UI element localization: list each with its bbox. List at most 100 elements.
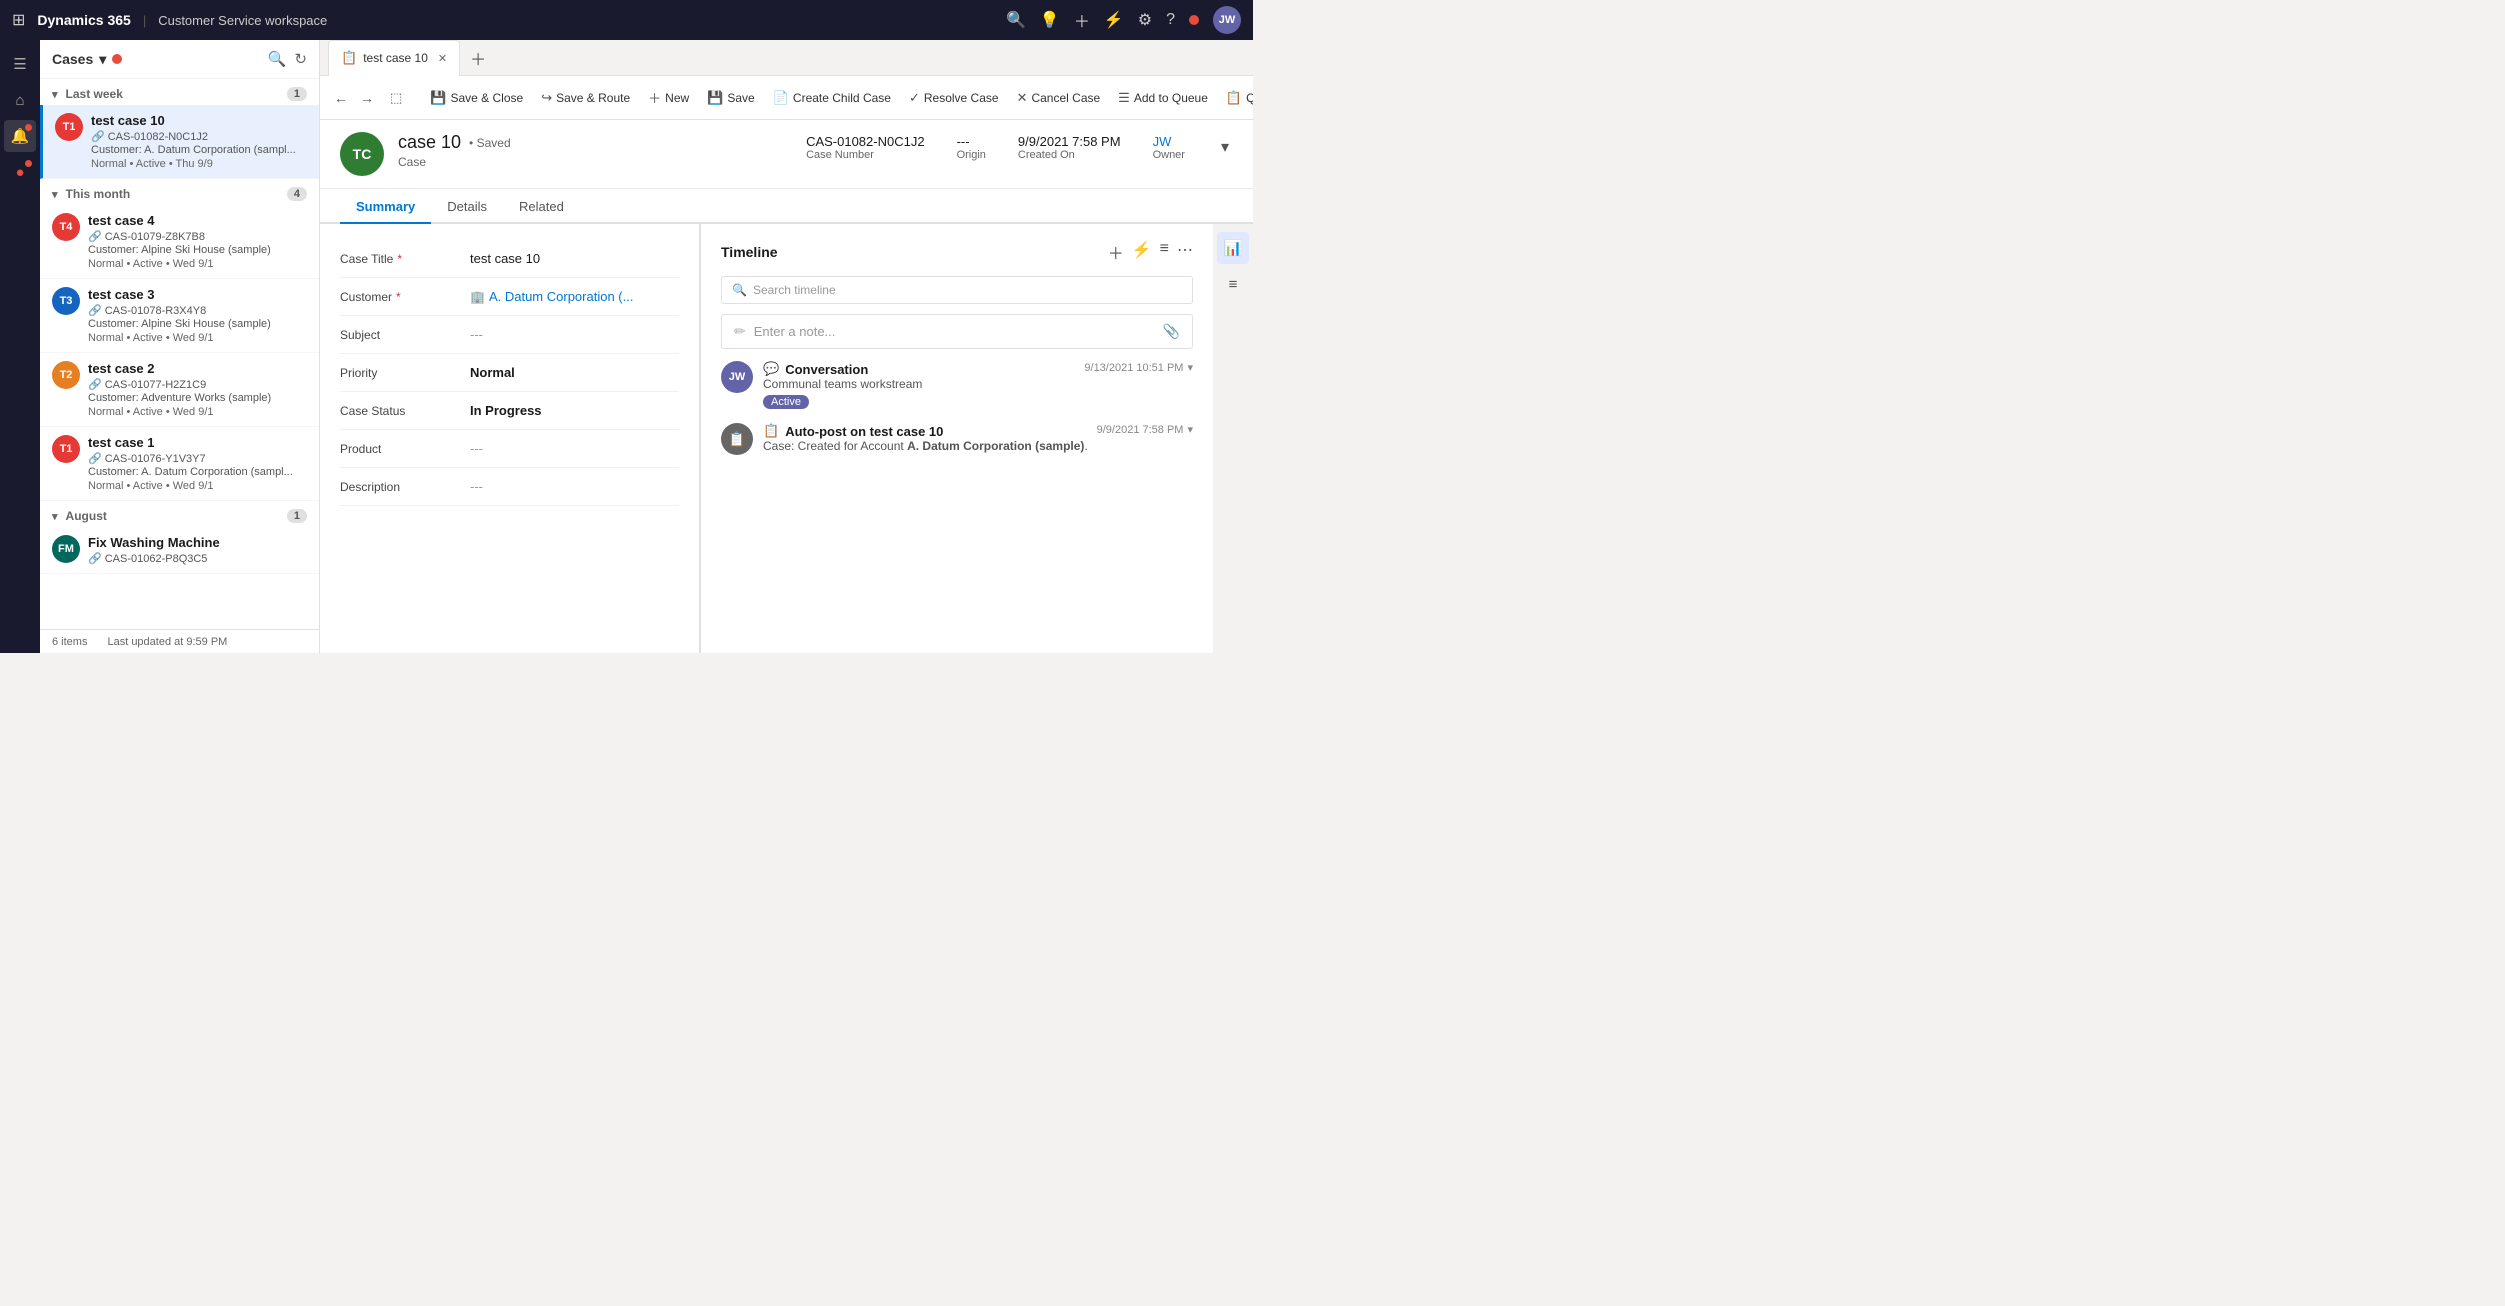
- case-id-2: 🔗 CAS-01077-H2Z1C9: [88, 378, 307, 391]
- timeline-row-conversation: 💬 Conversation Communal teams workstream…: [763, 361, 1193, 409]
- pop-out-button[interactable]: ⬚: [382, 85, 410, 111]
- help-icon[interactable]: ?: [1166, 11, 1175, 29]
- case-item-test-case-10[interactable]: T1 test case 10 🔗 CAS-01082-N0C1J2 Custo…: [40, 105, 319, 179]
- meta-created-on-value: 9/9/2021 7:58 PM: [1018, 134, 1121, 149]
- form-value-description: ---: [470, 478, 679, 494]
- new-label: New: [665, 91, 689, 105]
- tab-test-case-10[interactable]: 📋 test case 10 ✕: [328, 40, 460, 76]
- case-name-4: test case 4: [88, 213, 307, 228]
- group-last-week: ▾ Last week 1: [40, 79, 319, 105]
- attach-icon[interactable]: 📎: [1163, 323, 1180, 340]
- record-expand-btn[interactable]: ▾: [1217, 133, 1233, 161]
- group-this-month-label: This month: [66, 187, 131, 201]
- meta-case-number-label: Case Number: [806, 149, 925, 161]
- timeline-note-placeholder: Enter a note...: [754, 324, 836, 339]
- meta-origin-value: ---: [957, 134, 986, 149]
- timeline-more-btn[interactable]: ⋯: [1177, 240, 1193, 264]
- timeline-header: Timeline ＋ ⚡ ≡ ⋯: [721, 240, 1193, 264]
- sidebar-header-actions: 🔍 ↻: [268, 50, 307, 68]
- group-this-month-toggle[interactable]: ▾: [52, 188, 58, 201]
- resolve-case-button[interactable]: ✓ Resolve Case: [901, 85, 1007, 111]
- nav-divider: |: [143, 13, 146, 28]
- icon-rail: ☰ ⌂ 🔔 ●: [0, 40, 40, 653]
- case-item-test-case-1[interactable]: T1 test case 1 🔗 CAS-01076-Y1V3Y7 Custom…: [40, 427, 319, 501]
- right-rail-activity[interactable]: 📊: [1217, 232, 1249, 264]
- case-item-test-case-4[interactable]: T4 test case 4 🔗 CAS-01079-Z8K7B8 Custom…: [40, 205, 319, 279]
- timeline-item-autopost: 📋 📋 Auto-post on test case 10 Case:: [721, 423, 1193, 455]
- nav-home-icon[interactable]: ⌂: [4, 84, 36, 116]
- tab-summary[interactable]: Summary: [340, 189, 431, 224]
- timeline-filter-btn[interactable]: ⚡: [1132, 240, 1152, 264]
- link-icon-4: 🔗: [88, 230, 102, 243]
- case-item-test-case-2[interactable]: T2 test case 2 🔗 CAS-01077-H2Z1C9 Custom…: [40, 353, 319, 427]
- create-child-case-button[interactable]: 📄 Create Child Case: [765, 85, 899, 111]
- tab-close-btn[interactable]: ✕: [438, 52, 447, 65]
- timeline-badge-active: Active: [763, 395, 809, 409]
- queue-icon: ☰: [1118, 90, 1130, 106]
- case-item-test-case-3[interactable]: T3 test case 3 🔗 CAS-01078-R3X4Y8 Custom…: [40, 279, 319, 353]
- meta-owner-value[interactable]: JW: [1153, 134, 1185, 149]
- settings-icon[interactable]: ⚙: [1138, 10, 1152, 30]
- save-close-icon: 💾: [430, 90, 446, 106]
- filter-icon[interactable]: ⚡: [1104, 10, 1124, 30]
- meta-origin: --- Origin: [957, 132, 986, 161]
- case-info-3: test case 3 🔗 CAS-01078-R3X4Y8 Customer:…: [88, 287, 307, 344]
- timeline-content-autopost: 📋 Auto-post on test case 10 Case: Create…: [763, 423, 1193, 455]
- form-value-case-status: In Progress: [470, 402, 679, 418]
- nav-dot[interactable]: ●: [4, 156, 36, 188]
- tab-add-btn[interactable]: ＋: [464, 46, 492, 70]
- cases-title[interactable]: Cases ▾: [52, 51, 122, 68]
- save-close-button[interactable]: 💾 Save & Close: [422, 85, 531, 111]
- form-value-case-title: test case 10: [470, 250, 679, 266]
- timeline-item-header-conversation: 💬 Conversation: [763, 361, 1084, 377]
- add-icon[interactable]: ＋: [1074, 8, 1090, 32]
- group-august-toggle[interactable]: ▾: [52, 510, 58, 523]
- new-button[interactable]: ＋ New: [640, 83, 697, 112]
- lightbulb-icon[interactable]: 💡: [1040, 10, 1060, 30]
- right-rail-list[interactable]: ≡: [1217, 268, 1249, 300]
- form-label-case-title: Case Title *: [340, 250, 470, 266]
- timeline-item-sub-conversation: Communal teams workstream: [763, 377, 1084, 391]
- conversation-expand-icon[interactable]: ▾: [1187, 361, 1193, 374]
- save-button[interactable]: 💾 Save: [699, 85, 763, 111]
- cases-dropdown-icon[interactable]: ▾: [99, 51, 106, 68]
- form-row-priority: Priority Normal: [340, 354, 679, 392]
- sidebar-search-icon[interactable]: 🔍: [268, 50, 287, 68]
- autopost-expand-icon[interactable]: ▾: [1187, 423, 1193, 436]
- timeline-avatar-autopost: 📋: [721, 423, 753, 455]
- forward-button[interactable]: →: [354, 85, 380, 111]
- timeline-note-area[interactable]: ✏ Enter a note... 📎: [721, 314, 1193, 349]
- form-label-product: Product: [340, 440, 470, 456]
- form-value-customer[interactable]: 🏢 A. Datum Corporation (...: [470, 288, 679, 304]
- form-label-description: Description: [340, 478, 470, 494]
- timeline-actions: ＋ ⚡ ≡ ⋯: [1108, 240, 1193, 264]
- form-label-case-status: Case Status: [340, 402, 470, 418]
- search-icon[interactable]: 🔍: [1006, 10, 1026, 30]
- timeline-add-btn[interactable]: ＋: [1108, 240, 1124, 264]
- cancel-label: Cancel Case: [1031, 91, 1100, 105]
- tab-details[interactable]: Details: [431, 189, 503, 224]
- customer-entity-icon: 🏢: [470, 290, 485, 304]
- status-dot: [1189, 15, 1199, 25]
- timeline-search-bar[interactable]: 🔍 Search timeline: [721, 276, 1193, 304]
- cancel-case-button[interactable]: ✕ Cancel Case: [1009, 85, 1109, 111]
- case-item-fix-washing[interactable]: FM Fix Washing Machine 🔗 CAS-01062-P8Q3C…: [40, 527, 319, 574]
- back-button[interactable]: ←: [328, 85, 354, 111]
- save-route-button[interactable]: ↪ Save & Route: [533, 85, 638, 111]
- sidebar-refresh-icon[interactable]: ↻: [294, 50, 307, 68]
- timeline-item-sub-autopost: Case: Created for Account A. Datum Corpo…: [763, 439, 1097, 453]
- user-avatar[interactable]: JW: [1213, 6, 1241, 34]
- group-last-week-toggle[interactable]: ▾: [52, 88, 58, 101]
- nav-activity[interactable]: 🔔: [4, 120, 36, 152]
- grid-icon[interactable]: ⊞: [12, 10, 25, 30]
- tab-related[interactable]: Related: [503, 189, 580, 224]
- resolve-icon: ✓: [909, 90, 920, 106]
- content-tabs: Summary Details Related: [320, 189, 1253, 224]
- queue-item-details-button[interactable]: 📋 Queue Item Details: [1218, 85, 1253, 111]
- timeline-view-btn[interactable]: ≡: [1160, 240, 1169, 264]
- add-to-queue-button[interactable]: ☰ Add to Queue: [1110, 85, 1216, 111]
- case-avatar-fm: FM: [52, 535, 80, 563]
- save-icon: 💾: [707, 90, 723, 106]
- note-pencil-icon: ✏: [734, 323, 746, 340]
- nav-home[interactable]: ☰: [4, 48, 36, 80]
